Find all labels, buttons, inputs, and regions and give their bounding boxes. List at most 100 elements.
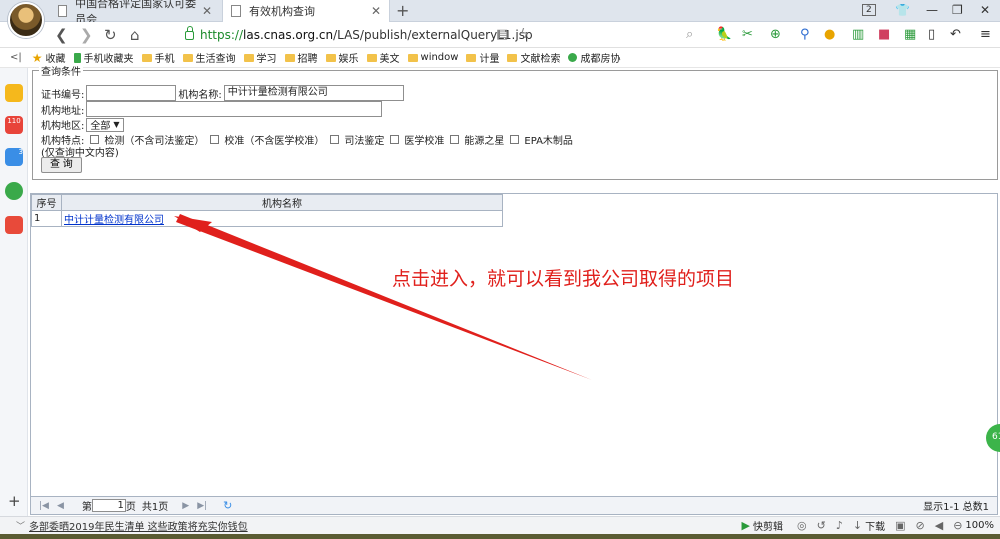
feature-label: EPA木制品	[524, 136, 573, 147]
shirt-icon[interactable]: 👕	[895, 3, 910, 17]
download-label[interactable]: 下载	[865, 518, 885, 533]
results-table: 序号 机构名称 1 中计计量检测有限公司	[31, 194, 503, 227]
parrot-icon[interactable]: 🦜	[716, 27, 732, 42]
user-avatar[interactable]	[8, 2, 44, 38]
bookmark-folder[interactable]: window	[407, 52, 458, 63]
chevron-down-icon[interactable]: ﹀	[16, 519, 25, 532]
cert-no-input[interactable]	[86, 85, 177, 101]
download-icon[interactable]: ↓	[853, 519, 862, 532]
gift-icon[interactable]: ■	[878, 27, 890, 42]
home-icon[interactable]: ⌂	[130, 26, 140, 44]
folder-icon	[284, 53, 295, 62]
add-sidebar-icon[interactable]: +	[8, 492, 21, 510]
feature-checkbox[interactable]	[330, 135, 340, 144]
robot-icon[interactable]	[5, 216, 23, 234]
query-button[interactable]: 查 询	[41, 157, 82, 173]
zoom-icon[interactable]: ⊖	[953, 519, 962, 532]
tablet-icon[interactable]: ▯	[928, 27, 935, 42]
restore-icon[interactable]: ❐	[952, 3, 963, 17]
tab-count-badge[interactable]: 2	[862, 4, 876, 16]
speaker-icon[interactable]: ◀	[935, 519, 943, 532]
bookmark-folder[interactable]: 生活查询	[182, 50, 236, 65]
feature-checkbox[interactable]	[390, 135, 400, 144]
menu-icon[interactable]: ≡	[980, 27, 991, 42]
scissors-icon[interactable]: ✂	[742, 27, 753, 42]
close-tab-icon[interactable]: ✕	[202, 4, 212, 18]
close-tab-icon[interactable]: ✕	[371, 4, 381, 18]
phone-icon	[73, 52, 81, 63]
reader-icon[interactable]: ▤	[496, 27, 508, 42]
close-window-icon[interactable]: ✕	[980, 3, 990, 17]
prev-page-icon[interactable]: ◀	[57, 501, 64, 511]
address-input[interactable]	[86, 101, 383, 117]
kuaijian-label[interactable]: 快剪辑	[753, 518, 783, 533]
bookmark-site[interactable]: 成都房协	[568, 50, 620, 65]
mail-icon[interactable]: 3	[5, 148, 23, 166]
lock-icon	[185, 25, 194, 40]
folder-icon	[182, 53, 193, 62]
org-name-input[interactable]: 中计计量检测有限公司	[223, 85, 404, 101]
bookmark-folder[interactable]: 娱乐	[325, 50, 359, 65]
feature-checkbox[interactable]	[510, 135, 520, 144]
table-row: 1 中计计量检测有限公司	[31, 210, 503, 227]
feature-checkbox[interactable]	[450, 135, 460, 144]
org-name-link[interactable]: 中计计量检测有限公司	[64, 215, 164, 226]
feature-label: 医学校准	[404, 136, 445, 147]
favorites-sidebar-icon[interactable]	[5, 84, 23, 102]
translate-icon[interactable]: ⊕	[770, 27, 781, 42]
region-row: 机构地区: 全部 ▼	[41, 117, 124, 132]
bookmarks-collapse-icon[interactable]: <|	[10, 52, 22, 63]
dropdown-arrow-icon: ▼	[113, 120, 120, 129]
new-tab-button[interactable]: +	[396, 1, 409, 20]
zoom-level[interactable]: 100%	[965, 520, 994, 531]
bookmark-folder[interactable]: 计量	[466, 50, 499, 65]
feature-label: 检测（不含司法鉴定）	[104, 136, 205, 147]
feature-label: 能源之星	[464, 136, 505, 147]
news-ticker-link[interactable]: 多部委晒2019年民生清单 这些政策将充实你钱包	[29, 518, 248, 533]
tab-valid-org-query[interactable]: 有效机构查询 ✕	[222, 0, 390, 22]
query-conditions-panel: 查询条件 证书编号: 机构名称: 中计计量检测有限公司 机构地址: 机构地区: …	[32, 63, 998, 180]
folder-icon	[325, 53, 336, 62]
refresh-icon[interactable]: ↺	[817, 519, 826, 532]
sound-icon[interactable]: ♪	[836, 519, 843, 532]
apps-icon[interactable]: ▦	[904, 27, 916, 42]
lightning-icon[interactable]: ϟ	[520, 27, 529, 42]
weibo-icon[interactable]: 110	[5, 116, 23, 134]
column-header-index: 序号	[31, 194, 62, 211]
kuaijian-icon[interactable]: ▶	[742, 519, 750, 532]
table-header-row: 序号 机构名称	[31, 194, 503, 211]
row-index: 1	[31, 210, 62, 227]
window-icon[interactable]: ▣	[895, 519, 905, 532]
coin-icon[interactable]: ●	[824, 27, 835, 42]
back-icon[interactable]: ❮	[55, 26, 68, 44]
bookmark-folder[interactable]: 美文	[366, 50, 400, 65]
page-number-input[interactable]: 1	[91, 499, 126, 512]
feature-checkbox[interactable]	[90, 135, 100, 144]
bookmark-folder[interactable]: 学习	[243, 50, 277, 65]
status-bar: ﹀ 多部委晒2019年民生清单 这些政策将充实你钱包 ▶ 快剪辑 ◎ ↺ ♪ ↓…	[0, 516, 1000, 534]
parrot-icon[interactable]	[5, 182, 23, 200]
edge-icon[interactable]: ◎	[797, 519, 807, 532]
magnifier-icon[interactable]: ⚲	[800, 27, 810, 42]
site-icon	[568, 53, 578, 62]
undo-icon[interactable]: ↶	[950, 27, 961, 42]
forward-icon[interactable]: ❯	[80, 26, 93, 44]
refresh-icon[interactable]: ↻	[223, 499, 232, 512]
tab-title: 有效机构查询	[249, 5, 315, 18]
bookmark-folder[interactable]: 手机	[141, 50, 175, 65]
reload-icon[interactable]: ↻	[104, 26, 117, 44]
last-page-icon[interactable]: ▶|	[197, 501, 207, 511]
bookmark-folder[interactable]: 文献检索	[507, 50, 560, 65]
feature-checkbox[interactable]	[210, 135, 220, 144]
book-icon[interactable]: ▥	[852, 27, 864, 42]
tab-cnas-home[interactable]: 中国合格评定国家认可委员会 ✕	[50, 0, 220, 26]
region-select[interactable]: 全部 ▼	[86, 117, 124, 132]
bookmark-folder[interactable]: 招聘	[284, 50, 318, 65]
address-bar[interactable]: https://las.cnas.org.cn/LAS/publish/exte…	[166, 25, 710, 45]
blocker-icon[interactable]: ⊘	[916, 519, 925, 532]
minimize-icon[interactable]: —	[926, 3, 938, 17]
first-page-icon[interactable]: |◀	[39, 501, 49, 511]
os-taskbar	[0, 534, 1000, 539]
search-icon[interactable]: ⌕	[686, 27, 693, 42]
next-page-icon[interactable]: ▶	[182, 501, 189, 511]
